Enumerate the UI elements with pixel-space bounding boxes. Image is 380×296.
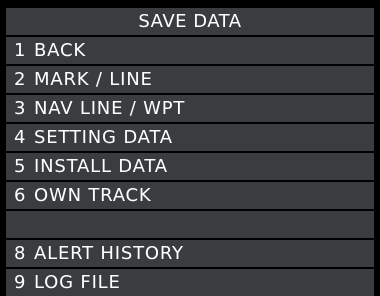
menu-item-log-file[interactable]: 9 LOG FILE [6,269,374,296]
save-data-menu: SAVE DATA 1 BACK 2 MARK / LINE 3 NAV LIN… [0,0,380,296]
menu-item-empty [6,211,374,238]
menu-item-back[interactable]: 1 BACK [6,37,374,64]
menu-item-label: BACK [34,40,86,61]
menu-list: 1 BACK 2 MARK / LINE 3 NAV LINE / WPT 4 … [6,37,374,296]
menu-item-label: OWN TRACK [34,185,152,206]
menu-item-label: LOG FILE [34,272,121,293]
menu-item-label: INSTALL DATA [34,156,168,177]
menu-item-number: 5 [14,156,26,177]
menu-item-label: SETTING DATA [34,127,173,148]
menu-item-number: 3 [14,98,26,119]
menu-item-number: 4 [14,127,26,148]
menu-item-mark-line[interactable]: 2 MARK / LINE [6,66,374,93]
menu-item-number: 1 [14,40,26,61]
menu-item-label: MARK / LINE [34,69,153,90]
menu-item-number [6,211,34,238]
menu-item-number: 6 [14,185,26,206]
menu-item-alert-history[interactable]: 8 ALERT HISTORY [6,240,374,267]
menu-item-number: 9 [14,272,26,293]
menu-item-number: 2 [14,69,26,90]
menu-item-label [34,211,374,238]
menu-item-label: NAV LINE / WPT [34,98,186,119]
menu-item-label: ALERT HISTORY [34,243,184,264]
menu-item-number: 8 [14,243,26,264]
menu-title: SAVE DATA [6,8,374,35]
menu-item-own-track[interactable]: 6 OWN TRACK [6,182,374,209]
menu-item-nav-line-wpt[interactable]: 3 NAV LINE / WPT [6,95,374,122]
menu-item-setting-data[interactable]: 4 SETTING DATA [6,124,374,151]
menu-item-install-data[interactable]: 5 INSTALL DATA [6,153,374,180]
